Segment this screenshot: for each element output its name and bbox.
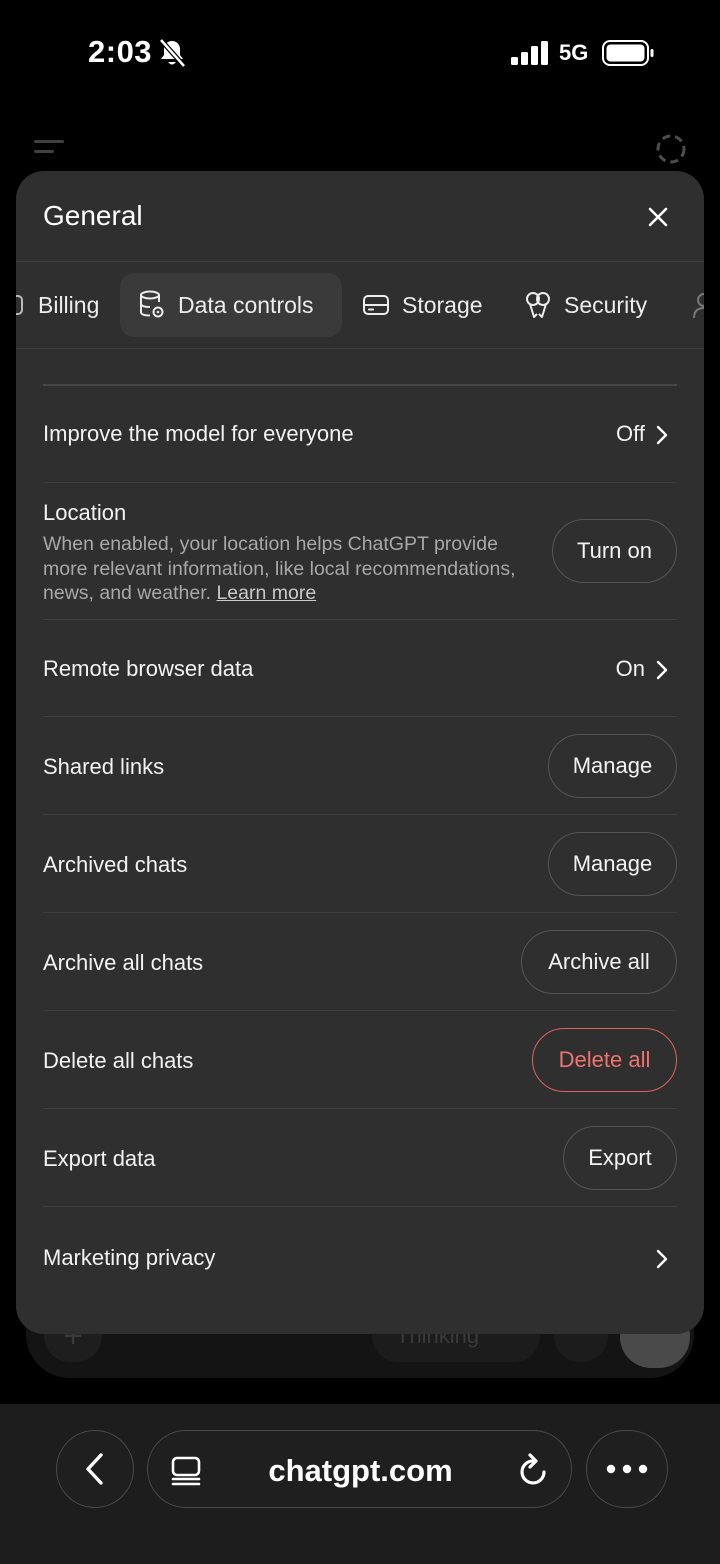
remote-browser-row[interactable]: Remote browser data On: [43, 620, 677, 717]
archive-all-row: Archive all chats Archive all: [43, 913, 677, 1011]
ellipsis-icon: [606, 1464, 648, 1474]
tab-label: Security: [564, 291, 648, 318]
chevron-right-icon: [656, 425, 668, 445]
improve-model-value: Off: [616, 421, 645, 446]
account-icon: [693, 293, 704, 319]
more-options-button[interactable]: [586, 1430, 668, 1508]
key-icon: [526, 292, 550, 318]
storage-icon: [363, 295, 389, 315]
tab-billing[interactable]: Billing: [16, 273, 99, 337]
export-button[interactable]: Export: [563, 1126, 677, 1190]
loader-icon[interactable]: [654, 132, 688, 166]
shared-links-manage-button[interactable]: Manage: [548, 734, 677, 798]
tab-label: Billing: [38, 291, 100, 318]
back-button[interactable]: [56, 1430, 134, 1508]
delete-all-row: Delete all chats Delete all: [43, 1011, 677, 1109]
shared-links-row: Shared links Manage: [43, 717, 677, 815]
delete-all-button[interactable]: Delete all: [532, 1028, 677, 1092]
marketing-privacy-row[interactable]: Marketing privacy: [43, 1207, 677, 1305]
remote-browser-label: Remote browser data: [43, 656, 254, 681]
tab-label: Storage: [402, 291, 483, 318]
menu-icon[interactable]: [34, 138, 64, 160]
location-row: Location When enabled, your location hel…: [43, 483, 677, 620]
marketing-privacy-label: Marketing privacy: [43, 1245, 216, 1270]
location-description: When enabled, your location helps ChatGP…: [43, 532, 543, 606]
billing-icon: [16, 295, 23, 315]
export-data-label: Export data: [43, 1146, 156, 1171]
export-data-row: Export data Export: [43, 1109, 677, 1207]
improve-model-label: Improve the model for everyone: [43, 421, 354, 446]
improve-model-row[interactable]: Improve the model for everyone Off: [43, 386, 677, 483]
url-text: chatgpt.com: [268, 1453, 453, 1488]
status-bar: 2:03 5G: [0, 0, 720, 110]
chevron-left-icon: [86, 1453, 103, 1485]
shared-links-label: Shared links: [43, 754, 165, 779]
modal-header: General: [16, 171, 704, 262]
chevron-right-icon: [656, 1249, 668, 1269]
learn-more-link[interactable]: Learn more: [216, 582, 316, 604]
network-type: 5G: [559, 40, 589, 65]
remote-browser-value: On: [615, 656, 645, 681]
battery-icon: [602, 40, 654, 66]
bell-slash-icon: [159, 38, 186, 68]
tab-storage[interactable]: Storage: [360, 273, 483, 337]
archived-chats-manage-button[interactable]: Manage: [548, 832, 677, 896]
chevron-right-icon: [656, 660, 668, 680]
database-settings-icon: [140, 290, 164, 318]
location-label: Location: [43, 500, 127, 525]
settings-tabs: Billing Data controls Storage Security: [16, 263, 704, 349]
status-time: 2:03: [88, 34, 153, 69]
delete-all-label: Delete all chats: [43, 1048, 194, 1073]
tab-overflow[interactable]: [690, 273, 704, 337]
tab-security[interactable]: Security: [522, 273, 647, 337]
archived-chats-label: Archived chats: [43, 852, 188, 877]
tab-data-controls[interactable]: Data controls: [120, 273, 342, 337]
settings-modal: General Billing Data controls Storage Se…: [16, 171, 704, 1334]
address-bar[interactable]: chatgpt.com: [147, 1430, 572, 1508]
location-turn-on-button[interactable]: Turn on: [552, 519, 677, 583]
archive-all-button[interactable]: Archive all: [521, 930, 677, 994]
tab-label: Data controls: [178, 291, 314, 318]
close-icon[interactable]: [643, 202, 673, 232]
signal-icon: [511, 41, 548, 65]
archive-all-label: Archive all chats: [43, 950, 204, 975]
browser-toolbar: chatgpt.com: [0, 1404, 720, 1564]
modal-title: General: [43, 200, 143, 231]
archived-chats-row: Archived chats Manage: [43, 815, 677, 913]
reload-icon[interactable]: [518, 1452, 550, 1488]
